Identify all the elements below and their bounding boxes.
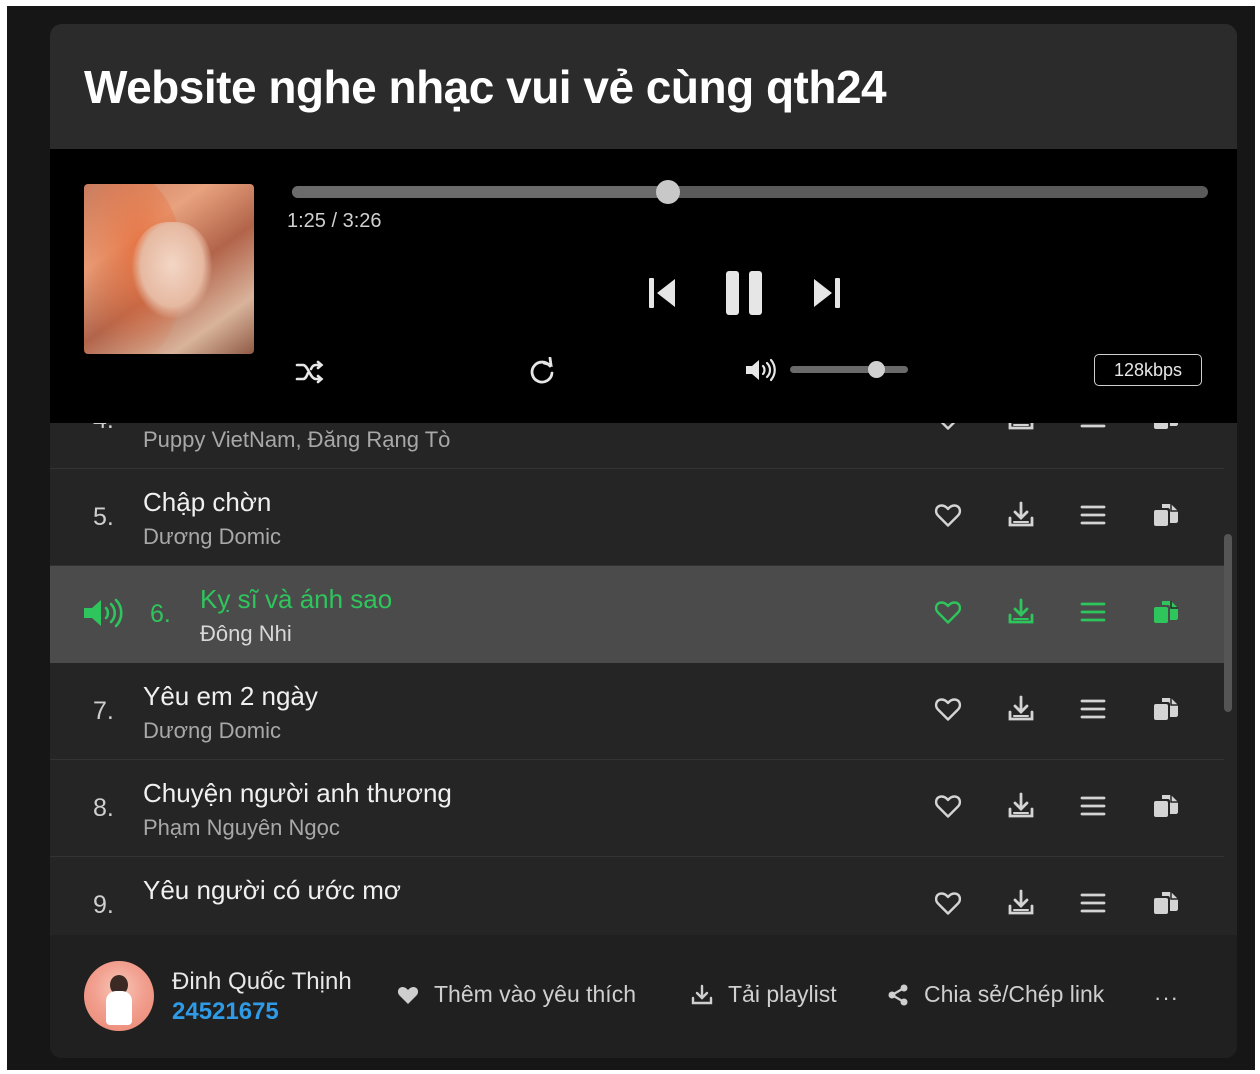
add-favorite-button[interactable]: Thêm vào yêu thích — [396, 981, 636, 1008]
track-title[interactable]: Chuyện người anh thương — [143, 778, 452, 809]
track-number: 5. — [93, 503, 114, 531]
heart-icon[interactable] — [930, 594, 966, 630]
track-number: 8. — [93, 794, 114, 822]
progress-bar[interactable] — [292, 180, 1208, 204]
share-label: Chia sẻ/Chép link — [924, 981, 1105, 1007]
track-title[interactable]: Chập chờn — [143, 487, 271, 518]
repeat-icon[interactable] — [524, 353, 560, 389]
playlist-scrollbar[interactable] — [1224, 534, 1232, 712]
user-name: Đinh Quốc Thịnh — [172, 968, 352, 995]
queue-list-icon[interactable] — [1075, 497, 1111, 533]
track-number: 7. — [93, 697, 114, 725]
time-current: 1:25 — [287, 210, 326, 232]
album-cover — [84, 184, 254, 354]
copy-icon[interactable] — [1148, 885, 1184, 921]
share-icon — [888, 984, 908, 1005]
playlist-row[interactable]: 4.Wrong timesPuppy VietNam, Đăng Rạng Tò — [50, 423, 1224, 469]
skip-forward-icon[interactable] — [807, 273, 847, 313]
more-options-icon[interactable]: ··· — [1154, 985, 1179, 1011]
track-artist[interactable]: Dương Domic — [143, 524, 281, 550]
heart-icon[interactable] — [930, 788, 966, 824]
download-icon[interactable] — [1003, 423, 1039, 436]
time-display: 1:25 / 3:26 — [287, 210, 382, 233]
user-id[interactable]: 24521675 — [172, 998, 279, 1026]
track-title[interactable]: Kỵ sĩ và ánh sao — [200, 584, 392, 615]
header: Website nghe nhạc vui vẻ cùng qth24 — [50, 24, 1237, 149]
playlist-row[interactable]: 5. Chập chờn Dương Domic — [50, 469, 1224, 566]
progress-thumb[interactable] — [655, 180, 680, 204]
download-icon[interactable] — [1003, 788, 1039, 824]
time-separator: / — [325, 210, 343, 232]
heart-icon[interactable] — [930, 497, 966, 533]
download-icon[interactable] — [1003, 691, 1039, 727]
pause-icon[interactable] — [720, 265, 768, 321]
download-icon[interactable] — [1003, 594, 1039, 630]
track-title[interactable]: Yêu em 2 ngày — [143, 681, 318, 712]
playlist-row[interactable]: 7. Yêu em 2 ngày Dương Domic — [50, 663, 1224, 760]
page-title: Website nghe nhạc vui vẻ cùng qth24 — [84, 61, 887, 113]
footer: Đinh Quốc Thịnh 24521675 Thêm vào yêu th… — [50, 935, 1237, 1058]
track-artist[interactable]: Phạm Nguyên Ngọc — [143, 815, 340, 841]
copy-icon[interactable] — [1148, 788, 1184, 824]
music-player-card: Website nghe nhạc vui vẻ cùng qth24 1:25… — [50, 24, 1237, 1058]
copy-icon[interactable] — [1148, 497, 1184, 533]
track-artist[interactable]: Dương Domic — [143, 718, 281, 744]
download-icon[interactable] — [1003, 497, 1039, 533]
queue-list-icon[interactable] — [1075, 691, 1111, 727]
queue-list-icon[interactable] — [1075, 423, 1111, 436]
heart-icon[interactable] — [930, 423, 966, 436]
time-total: 3:26 — [342, 210, 382, 232]
track-artist[interactable]: Puppy VietNam, Đăng Rạng Tò — [143, 427, 450, 453]
track-artist[interactable]: Đông Nhi — [200, 621, 292, 647]
skip-back-icon[interactable] — [642, 273, 682, 313]
track-number: 9. — [93, 891, 114, 919]
heart-icon[interactable] — [930, 885, 966, 921]
download-playlist-button[interactable]: Tải playlist — [690, 981, 837, 1008]
download-icon — [691, 984, 713, 1004]
track-title[interactable]: Yêu người có ước mơ — [143, 875, 401, 906]
queue-list-icon[interactable] — [1075, 788, 1111, 824]
track-number: 4. — [93, 423, 114, 435]
copy-icon[interactable] — [1148, 594, 1184, 630]
avatar[interactable] — [84, 961, 154, 1031]
app-backdrop: Website nghe nhạc vui vẻ cùng qth24 1:25… — [7, 6, 1255, 1070]
shuffle-icon[interactable] — [292, 354, 328, 390]
playlist: 4.Wrong timesPuppy VietNam, Đăng Rạng Tò… — [50, 423, 1237, 935]
playlist-row[interactable]: 9. Yêu người có ước mơ — [50, 857, 1224, 935]
playlist-row[interactable]: 8. Chuyện người anh thương Phạm Nguyên Ngọ… — [50, 760, 1224, 857]
volume-slider[interactable] — [790, 361, 908, 378]
quality-selector[interactable]: 128kbps — [1094, 354, 1202, 386]
track-number: 6. — [150, 600, 171, 628]
heart-filled-icon — [397, 986, 419, 1004]
download-icon[interactable] — [1003, 885, 1039, 921]
copy-icon[interactable] — [1148, 423, 1184, 436]
playlist-row-active[interactable]: 6. Kỵ sĩ và ánh sao Đông Nhi — [50, 566, 1224, 663]
progress-fill — [292, 186, 668, 198]
volume-thumb[interactable] — [868, 361, 886, 378]
heart-icon[interactable] — [930, 691, 966, 727]
volume-icon[interactable] — [743, 354, 779, 386]
now-playing-icon — [82, 596, 126, 635]
queue-list-icon[interactable] — [1075, 594, 1111, 630]
download-playlist-label: Tải playlist — [728, 981, 837, 1007]
share-button[interactable]: Chia sẻ/Chép link — [886, 981, 1104, 1008]
copy-icon[interactable] — [1148, 691, 1184, 727]
queue-list-icon[interactable] — [1075, 885, 1111, 921]
player-panel: 1:25 / 3:26 128kbps — [50, 149, 1237, 423]
add-favorite-label: Thêm vào yêu thích — [434, 981, 636, 1007]
